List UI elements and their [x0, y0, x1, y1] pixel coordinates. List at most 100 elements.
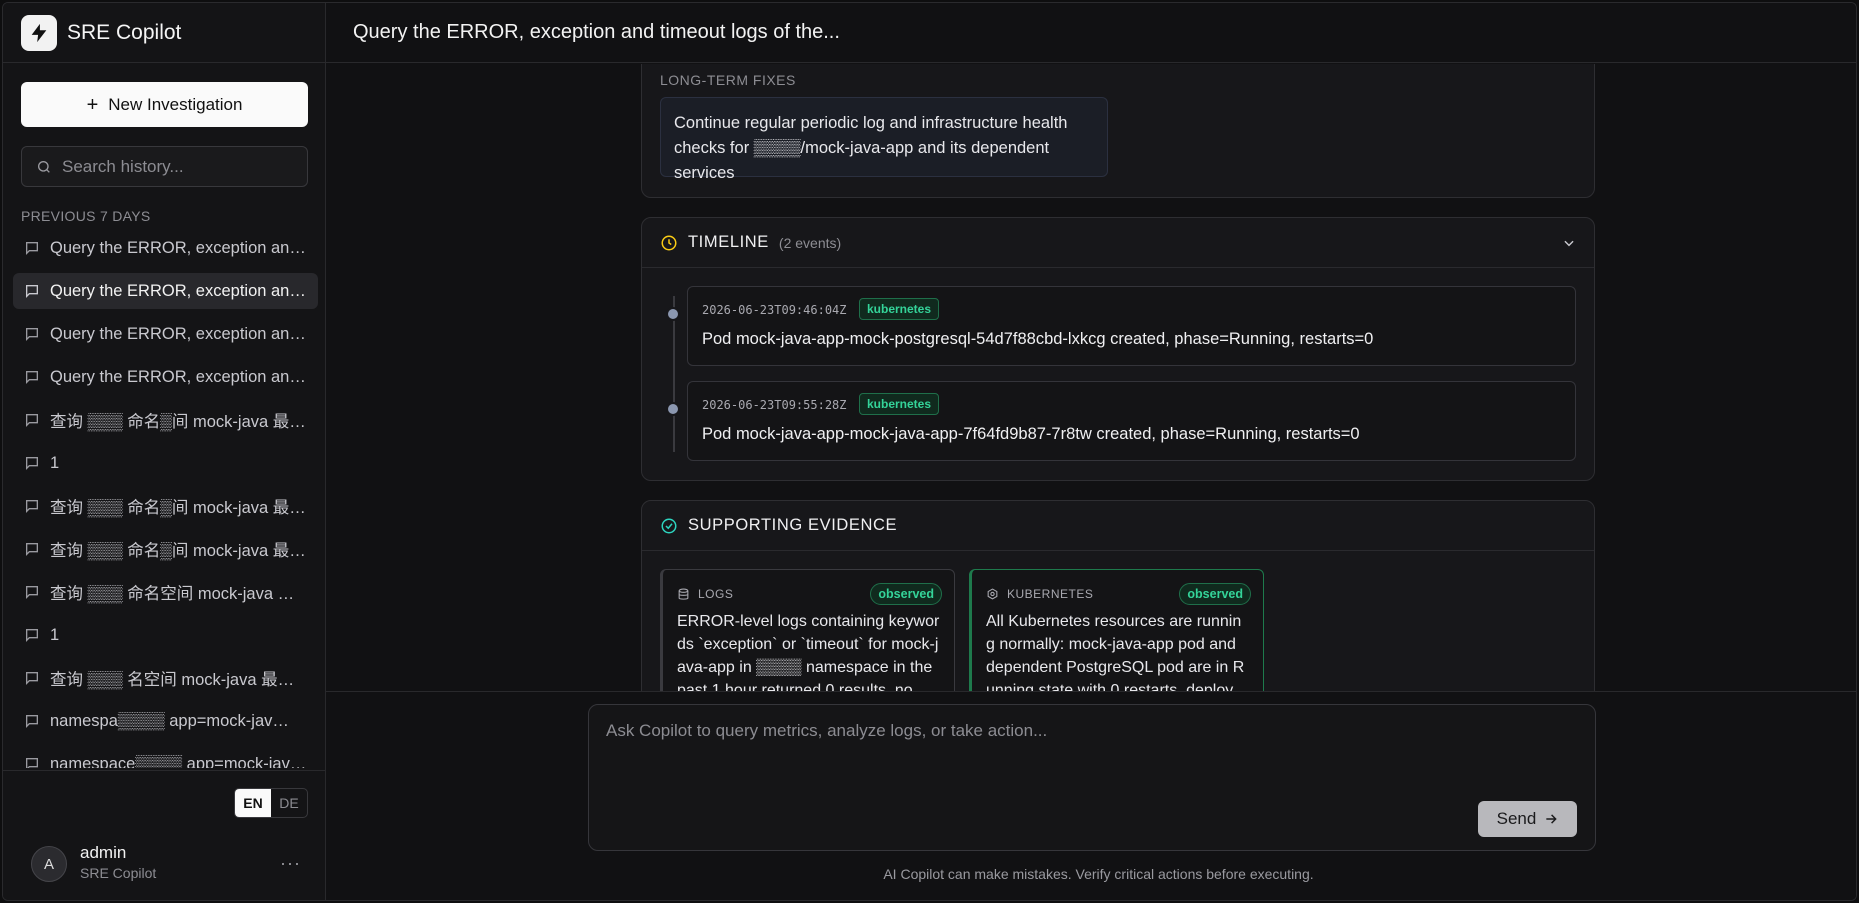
evidence-text: All Kubernetes resources are running nor…	[986, 613, 1245, 691]
evidence-header: SUPPORTING EVIDENCE	[642, 501, 1594, 551]
search-icon	[38, 160, 50, 173]
supporting-evidence-card: SUPPORTING EVIDENCE LOGS observed ERROR-…	[641, 500, 1595, 691]
avatar[interactable]: A	[31, 846, 67, 882]
timeline-dot	[666, 402, 680, 416]
chat-bubble-icon	[26, 629, 38, 642]
history-item-label: namespace▒▒▒▒ app=mock-jav…	[50, 754, 307, 769]
history-item[interactable]: Query the ERROR, exception and …	[13, 316, 318, 352]
timeline-title: TIMELINE	[688, 233, 769, 251]
history-item[interactable]: namespace▒▒▒▒ app=mock-jav…	[13, 746, 318, 768]
history-item-label: 查询 ▒▒▒ 命名空间 mock-java 最…	[50, 585, 308, 603]
history-item[interactable]: Query the ERROR, exception and …	[13, 230, 318, 266]
status-badge: observed	[1179, 583, 1251, 605]
history-item-label: 查询 ▒▒▒ 命名▒间 mock-java 最…	[50, 413, 306, 431]
chat-bubble-icon	[26, 371, 38, 384]
event-time: 2026-06-23T09:46:04Z	[702, 303, 847, 317]
evidence-title: SUPPORTING EVIDENCE	[688, 516, 898, 534]
chat-bubble-icon	[26, 672, 38, 685]
evidence-source-label: LOGS	[698, 587, 734, 601]
history-item-label: 查询 ▒▒▒ 命名▒间 mock-java 最…	[50, 542, 306, 560]
history-item-label: 查询 ▒▒▒ 名空间 mock-java 最…	[50, 671, 295, 689]
history-item[interactable]: Query the ERROR, exception and …	[13, 359, 318, 395]
new-investigation-label: New Investigation	[108, 94, 243, 114]
history-item-label: Query the ERROR, exception and …	[50, 367, 308, 386]
timeline-count: (2 events)	[778, 234, 842, 251]
send-button[interactable]: Send	[1478, 801, 1577, 837]
event-time: 2026-06-23T09:55:28Z	[702, 398, 847, 412]
user-name: admin	[80, 843, 127, 862]
sidebar-footer: EN DE A admin SRE Copilot ···	[3, 770, 325, 900]
main-panel: Query the ERROR, exception and timeout l…	[326, 3, 1856, 900]
history-item-label: Query the ERROR, exception and …	[50, 281, 308, 300]
app-window: SRE Copilot + New Investigation PREVIOUS…	[2, 2, 1857, 901]
evidence-source-label: KUBERNETES	[1007, 587, 1094, 601]
kubernetes-icon	[987, 587, 998, 599]
search-input[interactable]	[62, 156, 302, 177]
chat-bubble-icon	[26, 457, 38, 470]
plus-icon: +	[86, 93, 99, 116]
history-section-label: PREVIOUS 7 DAYS	[21, 208, 151, 224]
send-label: Send	[1496, 809, 1537, 828]
history-item[interactable]: 查询 ▒▒▒ 命名▒间 mock-java 最…	[13, 531, 318, 567]
timeline-card: TIMELINE (2 events) 2026-06-23T09:46:04Z…	[641, 217, 1595, 481]
event-text: Pod mock-java-app-mock-postgresql-54d7f8…	[702, 330, 1374, 348]
history-item[interactable]: 1	[13, 617, 318, 653]
history-item-label: 1	[50, 625, 60, 644]
more-options-icon[interactable]: ···	[280, 853, 301, 874]
arrow-right-icon	[1546, 814, 1558, 824]
history-item[interactable]: 查询 ▒▒▒ 名空间 mock-java 最…	[13, 660, 318, 696]
evidence-card-kubernetes: KUBERNETES observed All Kubernetes resou…	[969, 569, 1264, 691]
timeline-dot	[666, 307, 680, 321]
chevron-down-icon[interactable]	[1562, 236, 1576, 250]
history-item[interactable]: 查询 ▒▒▒ 命名▒间 mock-java 最…	[13, 402, 318, 438]
chat-bubble-icon	[26, 586, 38, 599]
history-item[interactable]: 1	[13, 445, 318, 481]
status-badge: observed	[870, 583, 942, 605]
chat-bubble-icon	[26, 328, 38, 341]
disclaimer: AI Copilot can make mistakes. Verify cri…	[883, 866, 1314, 882]
lang-en-button[interactable]: EN	[235, 789, 271, 817]
history-item[interactable]: namespa▒▒▒▒ app=mock-jav…	[13, 703, 318, 739]
chat-bubble-icon	[26, 715, 38, 728]
chat-bubble-icon	[26, 242, 38, 255]
check-circle-icon	[661, 518, 677, 533]
evidence-text: ERROR-level logs containing keywords `ex…	[677, 613, 940, 691]
history-item-label: Query the ERROR, exception and …	[50, 324, 308, 343]
lang-de-button[interactable]: DE	[271, 789, 307, 817]
evidence-card-logs: LOGS observed ERROR-level logs containin…	[660, 569, 955, 691]
chat-bubble-icon	[26, 414, 38, 427]
history-item[interactable]: 查询 ▒▒▒ 命名空间 mock-java 最…	[13, 574, 318, 610]
lightning-logo-icon	[21, 14, 57, 51]
history-list: Query the ERROR, exception and … Query t…	[13, 230, 318, 768]
history-item-label: Query the ERROR, exception and …	[50, 238, 308, 257]
timeline-event: 2026-06-23T09:55:28Z kubernetes Pod mock…	[687, 381, 1576, 461]
clock-icon	[661, 235, 677, 250]
timeline-event: 2026-06-23T09:46:04Z kubernetes Pod mock…	[687, 286, 1576, 366]
brand: SRE Copilot	[3, 3, 325, 63]
chat-bubble-icon	[26, 543, 38, 556]
message-input[interactable]	[606, 721, 1566, 781]
composer-area: Send AI Copilot can make mistakes. Verif…	[326, 691, 1856, 900]
event-source-badge: kubernetes	[859, 393, 940, 415]
timeline-header[interactable]: TIMELINE (2 events)	[642, 218, 1594, 268]
history-item-label: 查询 ▒▒▒ 命名▒间 mock-java 最…	[50, 499, 306, 517]
app-name: SRE Copilot	[67, 20, 182, 44]
search-box	[21, 146, 308, 187]
conversation-scroll[interactable]: LONG-TERM FIXES Continue regular periodi…	[326, 64, 1856, 691]
long-term-fixes-label: LONG-TERM FIXES	[660, 72, 796, 88]
chat-bubble-icon	[26, 285, 38, 298]
history-item[interactable]: 查询 ▒▒▒ 命名▒间 mock-java 最…	[13, 488, 318, 524]
sidebar: SRE Copilot + New Investigation PREVIOUS…	[3, 3, 326, 900]
long-term-fixes-card: LONG-TERM FIXES Continue regular periodi…	[641, 64, 1595, 198]
new-investigation-button[interactable]: + New Investigation	[21, 82, 308, 127]
database-icon	[678, 588, 689, 600]
conversation-title: Query the ERROR, exception and timeout l…	[326, 3, 1856, 63]
history-item-label: namespa▒▒▒▒ app=mock-jav…	[50, 711, 289, 730]
language-switcher: EN DE	[234, 788, 308, 818]
chat-bubble-icon	[26, 500, 38, 513]
event-text: Pod mock-java-app-mock-java-app-7f64fd9b…	[702, 425, 1360, 443]
user-subtitle: SRE Copilot	[80, 865, 157, 881]
history-item-active[interactable]: Query the ERROR, exception and …	[13, 273, 318, 309]
history-item-label: 1	[50, 453, 60, 472]
event-source-badge: kubernetes	[859, 298, 940, 320]
